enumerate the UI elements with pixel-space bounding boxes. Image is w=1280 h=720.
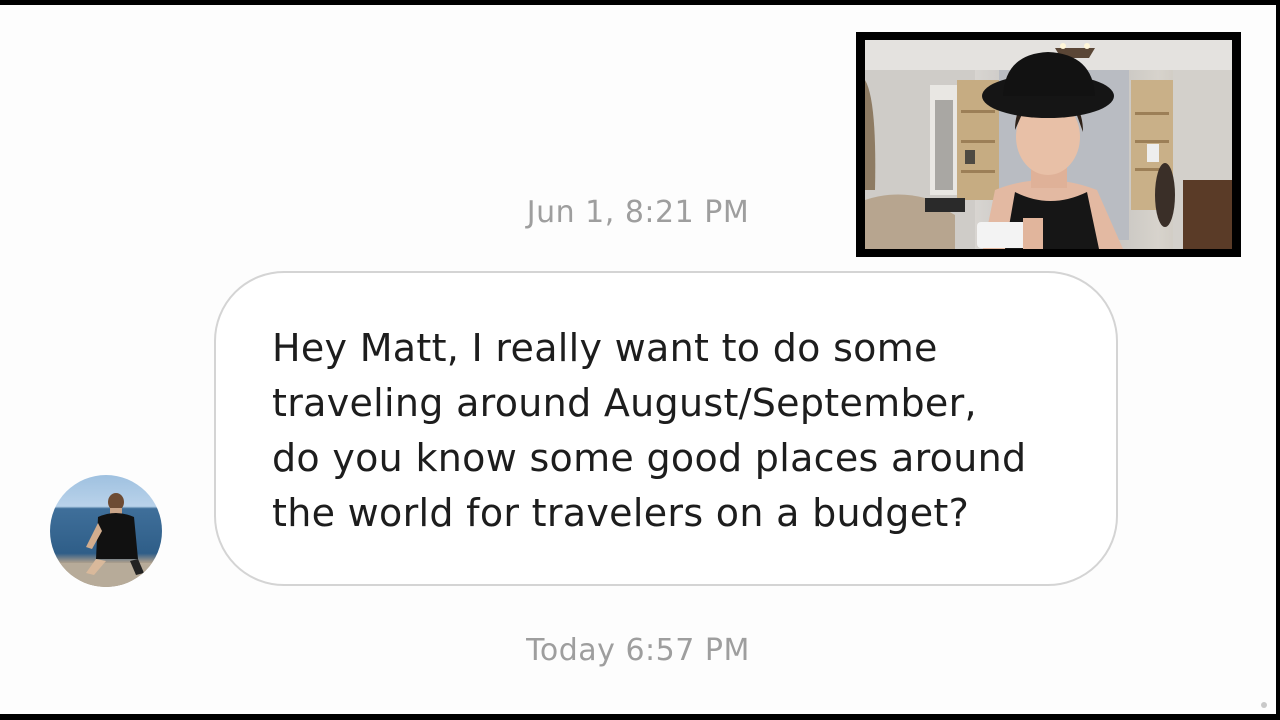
webcam-video (865, 40, 1232, 249)
webcam-scene-icon (865, 40, 1232, 249)
message-text: Hey Matt, I really want to do some trave… (272, 326, 1027, 535)
avatar-photo-icon (50, 493, 162, 587)
message-timestamp-today: Today 6:57 PM (526, 633, 750, 668)
sender-avatar[interactable] (50, 475, 162, 587)
webcam-overlay (856, 32, 1241, 257)
message-bubble[interactable]: Hey Matt, I really want to do some trave… (214, 271, 1118, 586)
scroll-indicator[interactable] (1261, 702, 1267, 708)
